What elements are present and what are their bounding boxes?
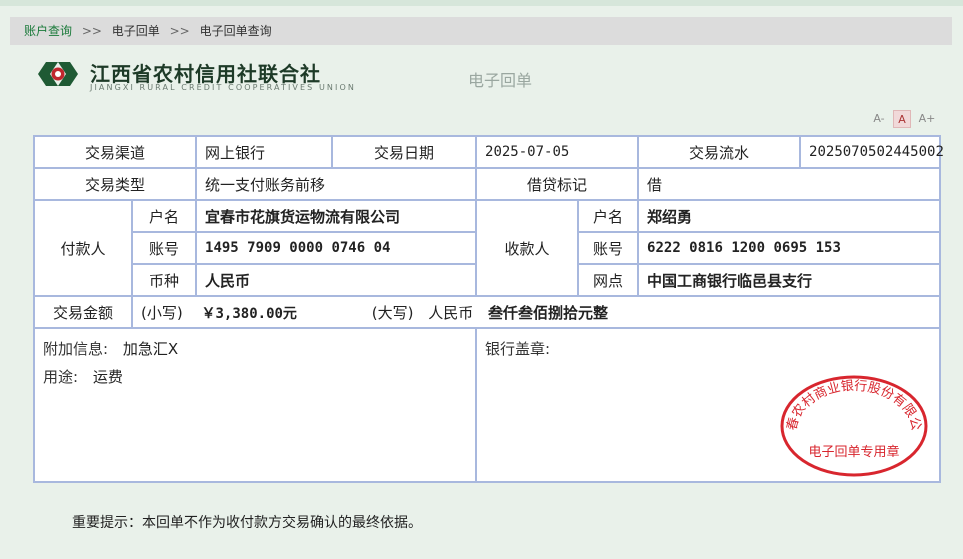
amount-big-currency: 人民币 [428,303,474,322]
receipt-title: 电子回单 [468,71,533,90]
date-label: 交易日期 [331,135,478,169]
breadcrumb-e-receipt[interactable]: 电子回单 [112,24,160,38]
amount-label: 交易金额 [33,295,133,329]
bank-name-en: JIANGXI RURAL CREDIT COOPERATIVES UNION [90,83,356,92]
amount-big-value: 叁仟叁佰捌拾元整 [488,303,609,322]
payer-name: 宜春市花旗货运物流有限公司 [195,199,478,233]
purpose-value: 运费 [92,368,123,386]
channel-value: 网上银行 [195,135,334,169]
amount-big-label: (大写) [371,303,414,322]
bank-header: 江西省农村信用社联合社 JIANGXI RURAL CREDIT COOPERA… [34,56,634,96]
breadcrumb: 账户查询 >> 电子回单 >> 电子回单查询 [10,17,952,45]
payee-name: 郑绍勇 [637,199,942,233]
breadcrumb-account-query[interactable]: 账户查询 [24,24,72,38]
payee-name-label: 户名 [577,199,640,233]
amount-small-value: ￥3,380.00元 [201,305,297,322]
breadcrumb-separator: >> [81,24,102,38]
payee-account: 6222 0816 1200 0695 153 [637,231,942,265]
payer-label: 付款人 [33,199,133,297]
type-label: 交易类型 [32,167,198,201]
extra-info-label: 附加信息: [43,340,109,358]
extra-info-cell: 附加信息: 加急汇X 用途: 运费 [32,327,478,483]
purpose-label: 用途: [43,368,79,386]
breadcrumb-separator: >> [169,24,190,38]
amount-small-label: (小写) [141,303,183,322]
font-decrease-button[interactable]: A- [870,110,888,128]
date-value: 2025-07-05 [475,135,640,169]
payer-account-label: 账号 [130,231,198,265]
payer-account: 1495 7909 0000 0746 04 [195,231,478,265]
payer-name-label: 户名 [130,199,198,233]
serial-label: 交易流水 [637,135,802,169]
dc-value: 借 [637,167,942,201]
payee-branch: 中国工商银行临邑县支行 [637,263,942,297]
seal-arc-text: 宜春农村商业银行股份有限公司 [776,370,923,432]
top-band [0,0,963,6]
currency-label: 币种 [130,263,198,297]
type-value: 统一支付账务前移 [195,167,478,201]
dc-label: 借贷标记 [475,167,640,201]
important-notice: 重要提示：本回单不作为收付款方交易确认的最终依据。 [72,515,422,531]
bank-seal: 宜春农村商业银行股份有限公司 电子回单专用章 [776,370,928,477]
branch-label: 网点 [577,263,640,297]
font-normal-button[interactable]: A [893,110,911,128]
payee-label: 收款人 [475,199,580,297]
extra-info-value: 加急汇X [122,340,179,358]
font-increase-button[interactable]: A+ [918,110,936,128]
payee-account-label: 账号 [577,231,640,265]
currency-value: 人民币 [195,263,478,297]
breadcrumb-e-receipt-query: 电子回单查询 [199,24,272,38]
amount-cell: (小写) ￥3,380.00元 (大写) 人民币 叁仟叁佰捌拾元整 [130,295,942,329]
seal-center-text: 电子回单专用章 [808,444,899,460]
serial-value: 2025070502445002 [799,135,944,169]
bank-logo-icon [38,62,78,86]
channel-label: 交易渠道 [32,135,198,169]
stamp-label: 银行盖章: [485,340,551,358]
